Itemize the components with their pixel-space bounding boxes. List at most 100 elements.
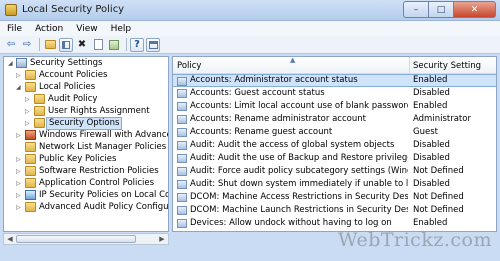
- export-icon[interactable]: [107, 38, 121, 52]
- tree-item-label: Audit Policy: [48, 94, 98, 104]
- tree-item-advanced-audit[interactable]: ▷ Advanced Audit Policy Configuration: [4, 202, 168, 213]
- table-row[interactable]: DCOM: Machine Access Restrictions in Sec…: [173, 191, 496, 204]
- toolbar-separator: [39, 38, 40, 51]
- local-security-policy-window: Local Security Policy – □ ✕ File Action …: [0, 0, 500, 261]
- menu-view[interactable]: View: [69, 21, 103, 36]
- table-row[interactable]: Accounts: Administrator account status E…: [173, 74, 496, 87]
- folder-icon: [34, 94, 45, 104]
- policy-icon: [177, 141, 187, 150]
- column-header-policy[interactable]: Policy: [177, 61, 201, 71]
- collapsed-icon[interactable]: ▷: [16, 132, 22, 139]
- security-setting: Guest: [413, 127, 438, 137]
- expanded-icon[interactable]: ◢: [8, 60, 14, 67]
- security-setting: Not Defined: [413, 205, 464, 215]
- policy-name: Audit: Audit the access of global system…: [190, 140, 395, 150]
- policy-name: Audit: Force audit policy subcategory se…: [190, 166, 408, 176]
- tree-item-public-key-policies[interactable]: ▷ Public Key Policies: [4, 154, 168, 165]
- expanded-icon[interactable]: ◢: [16, 84, 22, 91]
- menu-help[interactable]: Help: [104, 21, 138, 36]
- security-setting: Disabled: [413, 153, 450, 163]
- table-row[interactable]: Accounts: Limit local account use of bla…: [173, 100, 496, 113]
- collapsed-icon[interactable]: ▷: [16, 72, 22, 79]
- table-row[interactable]: Accounts: Guest account status Disabled: [173, 87, 496, 100]
- tree-item-application-control[interactable]: ▷ Application Control Policies: [4, 178, 168, 189]
- properties-icon[interactable]: [91, 38, 105, 52]
- forward-arrow-icon[interactable]: ⇨: [20, 38, 34, 52]
- watermark-text: WebTrickz.com: [337, 229, 492, 251]
- list-header: ▲ Policy Security Setting: [173, 57, 496, 74]
- security-setting: Enabled: [413, 101, 448, 111]
- policy-icon: [177, 89, 187, 98]
- menu-file[interactable]: File: [0, 21, 28, 36]
- collapsed-icon[interactable]: ▷: [16, 156, 22, 163]
- open-folder-icon: [25, 82, 36, 92]
- tree-item-local-policies[interactable]: ◢ Local Policies: [4, 82, 168, 93]
- window-controls: – □ ✕: [403, 1, 496, 19]
- ip-security-icon: [25, 190, 36, 200]
- policy-name: Accounts: Limit local account use of bla…: [190, 101, 408, 111]
- collapsed-icon[interactable]: ▷: [16, 180, 22, 187]
- column-header-security-setting[interactable]: Security Setting: [413, 61, 481, 71]
- security-setting: Not Defined: [413, 192, 464, 202]
- tree-item-security-options[interactable]: ▷ Security Options: [4, 117, 168, 130]
- policy-icon: [177, 128, 187, 137]
- scroll-left-icon[interactable]: ◀: [5, 235, 15, 244]
- collapsed-icon[interactable]: ▷: [16, 204, 22, 211]
- scroll-right-icon[interactable]: ▶: [157, 235, 167, 244]
- folder-icon: [25, 142, 36, 152]
- back-arrow-icon[interactable]: ⇦: [4, 38, 18, 52]
- folder-icon: [25, 70, 36, 80]
- collapsed-icon[interactable]: ▷: [25, 96, 31, 103]
- toolbar-separator: [126, 38, 127, 51]
- table-row[interactable]: Audit: Shut down system immediately if u…: [173, 178, 496, 191]
- tree-item-windows-firewall[interactable]: ▷ Windows Firewall with Advanced Secu: [4, 130, 168, 141]
- tree-item-security-settings[interactable]: ◢ Security Settings: [4, 58, 168, 69]
- collapsed-icon[interactable]: ▷: [25, 108, 31, 115]
- show-tree-icon[interactable]: [59, 37, 73, 52]
- tree-item-account-policies[interactable]: ▷ Account Policies: [4, 70, 168, 81]
- tree-item-label: Windows Firewall with Advanced Secu: [39, 130, 168, 140]
- table-row[interactable]: Audit: Audit the use of Backup and Resto…: [173, 152, 496, 165]
- table-row[interactable]: Audit: Force audit policy subcategory se…: [173, 165, 496, 178]
- policy-name: DCOM: Machine Access Restrictions in Sec…: [190, 192, 408, 202]
- up-folder-icon[interactable]: [43, 38, 57, 52]
- console-tree: ◢ Security Settings ▷ Account Policies ◢…: [3, 56, 169, 232]
- scrollbar-thumb[interactable]: [16, 235, 136, 243]
- collapsed-icon[interactable]: ▷: [25, 120, 31, 127]
- folder-icon: [34, 106, 45, 116]
- console-icon[interactable]: [146, 37, 160, 52]
- tree-item-audit-policy[interactable]: ▷ Audit Policy: [4, 94, 168, 105]
- tree-horizontal-scrollbar[interactable]: ◀ ▶: [3, 233, 169, 245]
- close-button[interactable]: ✕: [454, 1, 496, 18]
- tree-item-software-restriction[interactable]: ▷ Software Restriction Policies: [4, 166, 168, 177]
- firewall-icon: [25, 130, 36, 140]
- delete-icon[interactable]: ✖: [75, 38, 89, 52]
- tree-item-network-list-manager[interactable]: Network List Manager Policies: [4, 142, 168, 153]
- table-row[interactable]: Accounts: Rename administrator account A…: [173, 113, 496, 126]
- table-row[interactable]: Accounts: Rename guest account Guest: [173, 126, 496, 139]
- table-row[interactable]: DCOM: Machine Launch Restrictions in Sec…: [173, 204, 496, 217]
- menu-action[interactable]: Action: [28, 21, 69, 36]
- policy-icon: [177, 206, 187, 215]
- tree-item-ip-security[interactable]: ▷ IP Security Policies on Local Compute: [4, 190, 168, 201]
- security-setting: Not Defined: [413, 166, 464, 176]
- properties-page-glyph: [93, 39, 103, 50]
- tree-item-label: Network List Manager Policies: [39, 142, 167, 152]
- minimize-button[interactable]: –: [403, 1, 429, 18]
- maximize-button[interactable]: □: [429, 1, 454, 18]
- tree-item-user-rights-assignment[interactable]: ▷ User Rights Assignment: [4, 106, 168, 117]
- security-setting: Disabled: [413, 179, 450, 189]
- policy-name: Accounts: Rename administrator account: [190, 114, 366, 124]
- column-divider[interactable]: [409, 57, 410, 74]
- security-setting: Disabled: [413, 140, 450, 150]
- toolbar: ⇦ ⇨ ✖ ?: [0, 36, 500, 54]
- console-window-glyph: [148, 40, 158, 49]
- title-bar[interactable]: Local Security Policy – □ ✕: [0, 0, 500, 21]
- folder-icon: [25, 166, 36, 176]
- help-icon[interactable]: ?: [130, 37, 144, 52]
- table-row[interactable]: Audit: Audit the access of global system…: [173, 139, 496, 152]
- collapsed-icon[interactable]: ▷: [16, 192, 22, 199]
- policy-name: Audit: Shut down system immediately if u…: [190, 179, 408, 189]
- collapsed-icon[interactable]: ▷: [16, 168, 22, 175]
- security-setting: Administrator: [413, 114, 471, 124]
